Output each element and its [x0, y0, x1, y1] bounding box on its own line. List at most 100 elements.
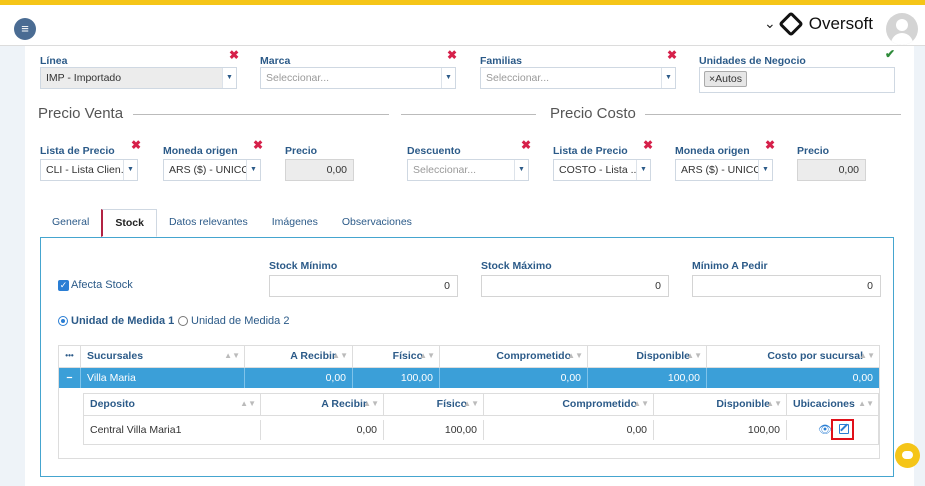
- sort-icon[interactable]: ▲▼: [633, 394, 649, 414]
- costo-moneda-clear-icon[interactable]: ✖: [765, 139, 775, 151]
- familias-dropdown-icon[interactable]: ▼: [661, 68, 675, 88]
- venta-lista-select[interactable]: CLI - Lista Clien... ▼: [40, 159, 138, 181]
- deposito-fisico: 100,00: [384, 420, 484, 440]
- venta-moneda-dropdown-icon[interactable]: ▼: [246, 160, 260, 180]
- sort-icon[interactable]: ▲▼: [766, 394, 782, 414]
- col-sucursales[interactable]: Sucursales ▲▼: [81, 346, 245, 368]
- col-dep-a-recibir-label: A Recibir: [321, 398, 367, 410]
- costo-moneda-label: Moneda origen: [675, 145, 750, 157]
- precio-costo-title: Precio Costo: [550, 105, 636, 122]
- table-row[interactable]: − Villa Maria 0,00 100,00 0,00 100,00 0,…: [59, 368, 879, 388]
- venta-precio-input[interactable]: 0,00: [285, 159, 354, 181]
- col-dep-a-recibir[interactable]: A Recibir ▲▼: [261, 394, 384, 416]
- sort-icon[interactable]: ▲▼: [463, 394, 479, 414]
- unidad-medida-1-radio[interactable]: [58, 316, 68, 326]
- sort-icon[interactable]: ▲▼: [363, 394, 379, 414]
- linea-value: IMP - Importado: [46, 72, 122, 84]
- tab-general[interactable]: General: [40, 209, 101, 237]
- sort-icon[interactable]: ▲▼: [332, 346, 348, 366]
- col-dep-disponible[interactable]: Disponible ▲▼: [654, 394, 787, 416]
- afecta-stock-checkbox[interactable]: ✓: [58, 280, 69, 291]
- brand[interactable]: ⌄ Oversoft: [764, 11, 873, 37]
- section-divider: [401, 114, 536, 115]
- chevron-down-icon[interactable]: ⌄: [764, 16, 776, 32]
- venta-moneda-clear-icon[interactable]: ✖: [253, 139, 263, 151]
- col-dep-fisico[interactable]: Físico ▲▼: [384, 394, 484, 416]
- sort-icon[interactable]: ▲▼: [419, 346, 435, 366]
- sort-icon[interactable]: ▲▼: [240, 394, 256, 414]
- venta-lista-dropdown-icon[interactable]: ▼: [123, 160, 137, 180]
- col-ubicaciones-label: Ubicaciones: [793, 398, 855, 410]
- sort-icon[interactable]: ▲▼: [858, 394, 874, 414]
- familias-clear-icon[interactable]: ✖: [667, 49, 677, 61]
- brand-logo-icon: [778, 11, 804, 37]
- costo-lista-select[interactable]: COSTO - Lista ... ▼: [553, 159, 651, 181]
- col-dep-comprometido-label: Comprometido: [562, 398, 637, 410]
- tab-stock[interactable]: Stock: [101, 209, 157, 237]
- descuento-dropdown-icon[interactable]: ▼: [514, 160, 528, 180]
- costo-moneda-value: ARS ($) - UNICO: [681, 164, 762, 176]
- familias-label: Familias: [480, 55, 523, 67]
- stock-minimo-input[interactable]: 0: [269, 275, 458, 297]
- afecta-stock-label: Afecta Stock: [71, 279, 133, 291]
- grid-menu-icon[interactable]: •••: [59, 346, 81, 368]
- col-dep-comprometido[interactable]: Comprometido ▲▼: [484, 394, 654, 416]
- col-disponible[interactable]: Disponible ▲▼: [588, 346, 707, 368]
- costo-moneda-dropdown-icon[interactable]: ▼: [758, 160, 772, 180]
- sucursal-comprometido: 0,00: [440, 368, 588, 388]
- edit-icon[interactable]: [839, 424, 849, 434]
- venta-moneda-label: Moneda origen: [163, 145, 238, 157]
- costo-moneda-select[interactable]: ARS ($) - UNICO ▼: [675, 159, 773, 181]
- col-a-recibir[interactable]: A Recibir ▲▼: [245, 346, 353, 368]
- tab-observaciones[interactable]: Observaciones: [330, 209, 424, 237]
- sucursal-fisico: 100,00: [353, 368, 440, 388]
- avatar[interactable]: [886, 13, 918, 45]
- col-comprometido-label: Comprometido: [496, 350, 571, 362]
- venta-lista-clear-icon[interactable]: ✖: [131, 139, 141, 151]
- col-deposito[interactable]: Deposito ▲▼: [84, 394, 261, 416]
- tab-bar: General Stock Datos relevantes Imágenes …: [40, 209, 424, 237]
- tab-datos-relevantes[interactable]: Datos relevantes: [157, 209, 260, 237]
- stock-maximo-input[interactable]: 0: [481, 275, 669, 297]
- costo-lista-label: Lista de Precio: [553, 145, 628, 157]
- sort-icon[interactable]: ▲▼: [224, 346, 240, 366]
- unidad-medida-2-radio[interactable]: [178, 316, 188, 326]
- marca-dropdown-icon[interactable]: ▼: [441, 68, 455, 88]
- stock-maximo-label: Stock Máximo: [481, 260, 552, 272]
- sort-icon[interactable]: ▲▼: [859, 346, 875, 366]
- col-fisico[interactable]: Físico ▲▼: [353, 346, 440, 368]
- sort-icon[interactable]: ▲▼: [567, 346, 583, 366]
- eye-icon[interactable]: 👁: [818, 423, 832, 436]
- autos-tag-label: Autos: [715, 73, 742, 85]
- tab-imagenes[interactable]: Imágenes: [260, 209, 330, 237]
- costo-precio-input[interactable]: 0,00: [797, 159, 866, 181]
- descuento-select[interactable]: Seleccionar... ▼: [407, 159, 529, 181]
- marca-clear-icon[interactable]: ✖: [447, 49, 457, 61]
- deposito-comprometido: 0,00: [484, 420, 654, 440]
- costo-lista-clear-icon[interactable]: ✖: [643, 139, 653, 151]
- col-costo-sucursal[interactable]: Costo por sucursal ▲▼: [707, 346, 879, 368]
- familias-select[interactable]: Seleccionar... ▼: [480, 67, 676, 89]
- venta-moneda-select[interactable]: ARS ($) - UNICO ▼: [163, 159, 261, 181]
- col-ubicaciones[interactable]: Ubicaciones ▲▼: [787, 394, 878, 416]
- linea-select[interactable]: IMP - Importado ▼: [40, 67, 237, 89]
- unidades-select[interactable]: ×Autos: [699, 67, 895, 93]
- unidad-medida-2-label: Unidad de Medida 2: [191, 315, 290, 327]
- linea-clear-icon[interactable]: ✖: [229, 49, 239, 61]
- chat-bubble-icon[interactable]: [895, 443, 920, 468]
- sucursal-a-recibir: 0,00: [245, 368, 353, 388]
- collapse-icon[interactable]: −: [59, 368, 81, 388]
- precio-costo-divider: [645, 114, 901, 115]
- minimo-pedir-input[interactable]: 0: [692, 275, 881, 297]
- costo-lista-dropdown-icon[interactable]: ▼: [636, 160, 650, 180]
- menu-icon[interactable]: ≡: [14, 18, 36, 40]
- autos-tag[interactable]: ×Autos: [704, 71, 747, 87]
- linea-dropdown-icon[interactable]: ▼: [222, 68, 236, 88]
- avatar-head-icon: [896, 19, 908, 31]
- marca-select[interactable]: Seleccionar... ▼: [260, 67, 456, 89]
- table-row[interactable]: Central Villa Maria1 0,00 100,00 0,00 10…: [84, 416, 878, 444]
- sort-icon[interactable]: ▲▼: [686, 346, 702, 366]
- descuento-clear-icon[interactable]: ✖: [521, 139, 531, 151]
- edit-button[interactable]: [831, 419, 854, 440]
- col-comprometido[interactable]: Comprometido ▲▼: [440, 346, 588, 368]
